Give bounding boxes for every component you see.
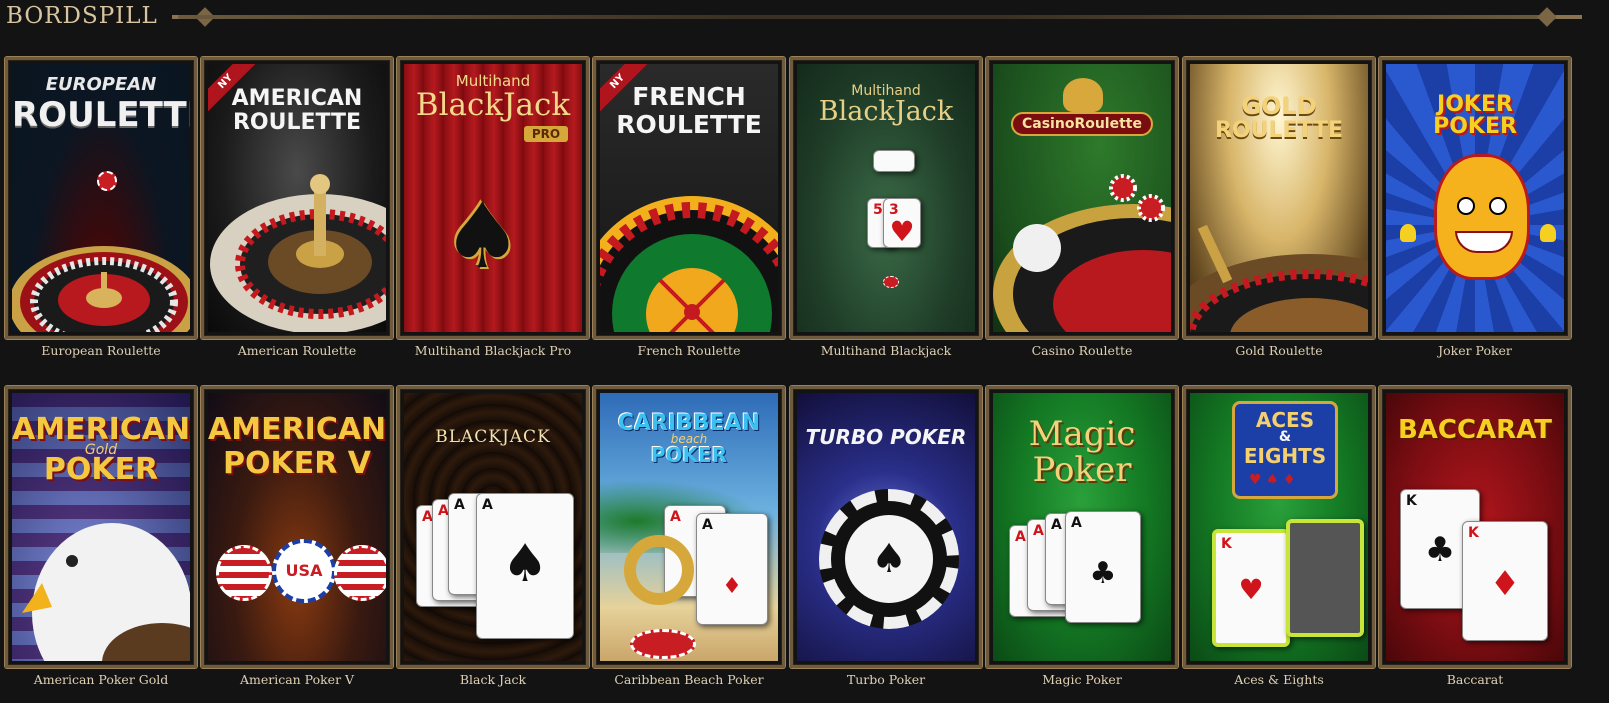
playing-card: [873, 150, 915, 172]
roulette-wheel-icon: [210, 174, 386, 332]
game-tile-european-roulette[interactable]: EUROPEAN ROULETTE European Roulette: [5, 57, 197, 358]
game-tile-american-poker-v[interactable]: AMERICAN POKER V USA American Poker V: [201, 386, 393, 687]
game-thumbnail[interactable]: TURBO POKER ♠: [790, 386, 982, 668]
game-thumbnail[interactable]: EUROPEAN ROULETTE: [5, 57, 197, 339]
game-thumbnail[interactable]: CARIBBEAN beach POKER A A ♦: [593, 386, 785, 668]
game-thumbnail[interactable]: NY AMERICAN ROULETTE: [201, 57, 393, 339]
game-thumbnail[interactable]: ACES & EIGHTS ♥ ♠ ♦ K ♥: [1183, 386, 1375, 668]
roulette-wheel-icon: [993, 174, 1171, 332]
divider-right-tip: [1556, 15, 1582, 19]
usa-chip: USA: [272, 539, 336, 603]
game-tile-caribbean-beach-poker[interactable]: CARIBBEAN beach POKER A A ♦ Caribbean Bea…: [593, 386, 785, 687]
bell-icon: [1400, 224, 1416, 242]
game-label[interactable]: French Roulette: [593, 343, 785, 358]
playing-card: 3 ♥: [883, 198, 921, 248]
game-thumbnail[interactable]: NY FRENCH ROULETTE: [593, 57, 785, 339]
game-tile-french-roulette[interactable]: NY FRENCH ROULETTE French Roulette: [593, 57, 785, 358]
section-title: BORDSPILL: [6, 3, 158, 29]
roulette-wheel-icon: [1190, 224, 1368, 332]
game-tile-aces-eights[interactable]: ACES & EIGHTS ♥ ♠ ♦ K ♥ Aces & Eights: [1183, 386, 1375, 687]
chip-icon: [630, 629, 696, 659]
game-label[interactable]: Joker Poker: [1379, 343, 1571, 358]
game-label[interactable]: European Roulette: [5, 343, 197, 358]
game-label[interactable]: Multihand Blackjack: [790, 343, 982, 358]
chip-icon: [883, 276, 899, 288]
game-label[interactable]: Aces & Eights: [1183, 672, 1375, 687]
game-tile-joker-poker[interactable]: JOKER POKER Joker Poker: [1379, 57, 1571, 358]
game-label[interactable]: Magic Poker: [986, 672, 1178, 687]
chip-icon: [334, 545, 386, 601]
game-tile-black-jack[interactable]: BLACKJACK A♦ A♥ A♣ A♠ Black Jack: [397, 386, 589, 687]
game-tile-baccarat[interactable]: BACCARAT K ♣ K ♦ Baccarat: [1379, 386, 1571, 687]
spade-icon: ♠: [442, 184, 523, 289]
game-label[interactable]: Casino Roulette: [986, 343, 1178, 358]
playing-card: A ♠: [476, 493, 574, 639]
game-thumbnail[interactable]: Multihand BlackJack PRO ♠: [397, 57, 589, 339]
game-thumbnail[interactable]: GOLD ROULETTE: [1183, 57, 1375, 339]
game-thumbnail[interactable]: Magic Poker A A A A ♣: [986, 386, 1178, 668]
playing-card: K ♦: [1462, 521, 1548, 641]
game-label[interactable]: American Poker V: [201, 672, 393, 687]
game-label[interactable]: Caribbean Beach Poker: [593, 672, 785, 687]
game-thumbnail[interactable]: BACCARAT K ♣ K ♦: [1379, 386, 1571, 668]
game-thumbnail[interactable]: AMERICAN POKER V USA: [201, 386, 393, 668]
logo-badge: ACES & EIGHTS ♥ ♠ ♦: [1232, 401, 1338, 499]
bell-icon: [1540, 224, 1556, 242]
chip-icon: [97, 171, 117, 191]
chip-icon: [216, 545, 272, 601]
eagle-icon: [22, 523, 190, 661]
game-tile-magic-poker[interactable]: Magic Poker A A A A ♣ Magic Poker: [986, 386, 1178, 687]
game-thumbnail[interactable]: CasinoRoulette: [986, 57, 1178, 339]
game-tile-turbo-poker[interactable]: TURBO POKER ♠ Turbo Poker: [790, 386, 982, 687]
game-label[interactable]: Baccarat: [1379, 672, 1571, 687]
card-back: [1286, 519, 1364, 637]
game-tile-american-poker-gold[interactable]: AMERICAN Gold POKER American Poker Gold: [5, 386, 197, 687]
life-ring-icon: [624, 535, 694, 605]
divider-right-ornament: [1537, 7, 1557, 27]
suit-icons: ♥ ♠ ♦: [1249, 472, 1296, 488]
game-tile-gold-roulette[interactable]: GOLD ROULETTE Gold Roulette: [1183, 57, 1375, 358]
game-label[interactable]: Black Jack: [397, 672, 589, 687]
game-label[interactable]: American Roulette: [201, 343, 393, 358]
poker-chip-icon: ♠: [819, 489, 959, 629]
game-label[interactable]: Gold Roulette: [1183, 343, 1375, 358]
joker-face-icon: [1434, 154, 1530, 280]
playing-card: K ♥: [1212, 529, 1290, 647]
game-label[interactable]: American Poker Gold: [5, 672, 197, 687]
game-tile-casino-roulette[interactable]: CasinoRoulette Casino Roulette: [986, 57, 1178, 358]
game-thumbnail[interactable]: Multihand BlackJack 5 3 ♥: [790, 57, 982, 339]
section-divider: [178, 15, 1558, 19]
game-tile-multihand-blackjack-pro[interactable]: Multihand BlackJack PRO ♠ Multihand Blac…: [397, 57, 589, 358]
game-label[interactable]: Turbo Poker: [790, 672, 982, 687]
roulette-wheel-icon: [12, 246, 190, 332]
section-header: BORDSPILL: [0, 0, 1609, 36]
game-tile-multihand-blackjack[interactable]: Multihand BlackJack 5 3 ♥ Multihand Black…: [790, 57, 982, 358]
game-tile-american-roulette[interactable]: NY AMERICAN ROULETTE American Roulette: [201, 57, 393, 358]
playing-card: A♣: [1065, 511, 1141, 623]
game-thumbnail[interactable]: JOKER POKER: [1379, 57, 1571, 339]
game-thumbnail[interactable]: BLACKJACK A♦ A♥ A♣ A♠: [397, 386, 589, 668]
playing-card: A♦: [696, 513, 768, 625]
game-label[interactable]: Multihand Blackjack Pro: [397, 343, 589, 358]
game-thumbnail[interactable]: AMERICAN Gold POKER: [5, 386, 197, 668]
trophy-icon: [1063, 78, 1103, 112]
roulette-wheel-icon: [600, 196, 778, 332]
